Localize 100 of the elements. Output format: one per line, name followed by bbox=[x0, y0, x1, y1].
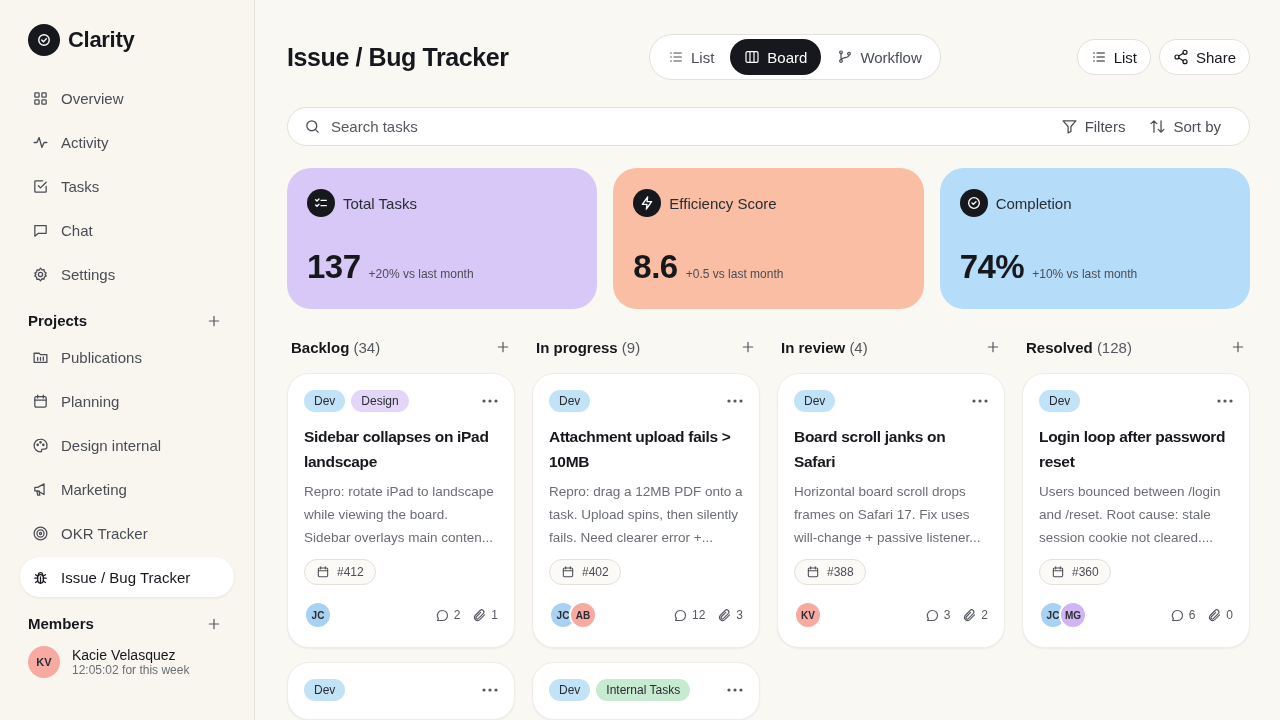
palette-icon bbox=[32, 436, 49, 454]
view-tab[interactable]: Board bbox=[730, 39, 822, 75]
attachment-count: 1 bbox=[472, 607, 498, 623]
nav-item[interactable]: Settings bbox=[20, 254, 234, 294]
tag: Design bbox=[351, 390, 409, 412]
search-icon bbox=[304, 118, 321, 135]
task-card[interactable]: Dev Design Sidebar collapses on iPad landscape Repro: rotate iPad to landscape while viewing the board. Sidebar overlays main conten... #412 JC 2 1 bbox=[287, 373, 515, 648]
stat-delta: +20% vs last month bbox=[368, 267, 474, 281]
plus-icon bbox=[1230, 339, 1246, 355]
card-title: Attachment upload fails > 10MB bbox=[549, 427, 732, 472]
list-button[interactable]: List bbox=[1076, 39, 1151, 75]
share-button[interactable]: Share bbox=[1158, 39, 1250, 75]
comment-count: 6 bbox=[1169, 607, 1196, 623]
target-icon bbox=[32, 524, 49, 542]
more-button[interactable] bbox=[727, 688, 743, 692]
stat-label: Efficiency Score bbox=[669, 194, 777, 212]
more-icon bbox=[727, 399, 743, 403]
project-item[interactable]: OKR Tracker bbox=[20, 513, 234, 553]
paperclip-icon bbox=[472, 607, 488, 623]
stat-value: 74% bbox=[959, 248, 1025, 286]
task-card[interactable]: Dev Login loop after password reset Users bounced between /login and /reset. Root cause: stale session cookie not cleared.... #360 JC MG 6 0 bbox=[1022, 373, 1250, 648]
member-name: Kacie Velasquez bbox=[72, 647, 177, 663]
app-name: Clarity bbox=[68, 27, 135, 53]
task-card[interactable]: Dev Attachment upload fails > 10MB Repro: drag a 12MB PDF onto a task. Upload spins, then silently fails. Need clearer error +... #402 JC AB 12 3 bbox=[532, 373, 760, 648]
search-bar[interactable]: Search tasks Filters Sort by bbox=[287, 107, 1250, 146]
project-item[interactable]: Design internal bbox=[20, 425, 234, 465]
view-tab[interactable]: List bbox=[654, 39, 729, 75]
column-title: In progress (9) bbox=[536, 338, 641, 356]
comment-icon bbox=[672, 607, 688, 623]
more-icon bbox=[482, 399, 498, 403]
more-button[interactable] bbox=[1217, 399, 1233, 403]
more-button[interactable] bbox=[482, 399, 498, 403]
branch-icon bbox=[837, 49, 854, 65]
stat-value: 137 bbox=[307, 248, 361, 286]
tag: Dev bbox=[794, 390, 836, 412]
calendar-icon bbox=[316, 565, 330, 579]
task-card[interactable]: Dev Internal Tasks bbox=[532, 662, 760, 720]
sort-button[interactable]: Sort by bbox=[1149, 118, 1221, 135]
plus-icon bbox=[985, 339, 1001, 355]
page-title: Issue / Bug Tracker bbox=[287, 42, 510, 72]
sort-icon bbox=[1149, 118, 1167, 135]
calendar-icon bbox=[1051, 565, 1065, 579]
filter-icon bbox=[1060, 118, 1078, 135]
filters-button[interactable]: Filters bbox=[1060, 118, 1126, 135]
comment-count: 3 bbox=[924, 607, 951, 623]
comment-count: 12 bbox=[672, 607, 706, 623]
more-button[interactable] bbox=[482, 688, 498, 692]
nav-item[interactable]: Tasks bbox=[20, 166, 234, 206]
calendar-icon bbox=[32, 392, 49, 410]
attachment-count: 0 bbox=[1207, 607, 1233, 623]
tag: Dev bbox=[1039, 390, 1081, 412]
add-card-button[interactable] bbox=[740, 339, 756, 355]
section-title: Projects bbox=[28, 312, 88, 329]
add-card-button[interactable] bbox=[495, 339, 511, 355]
project-item[interactable]: Planning bbox=[20, 381, 234, 421]
project-item[interactable]: Publications bbox=[20, 337, 234, 377]
view-tab[interactable]: Workflow bbox=[823, 39, 936, 75]
section-title: Members bbox=[28, 615, 94, 632]
card-title: Sidebar collapses on iPad landscape bbox=[304, 427, 490, 472]
tag: Dev bbox=[549, 390, 591, 412]
card-description: Horizontal board scroll drops frames on Safari 17. Fix uses will-change + passive listener... bbox=[794, 483, 982, 547]
nav-item[interactable]: Chat bbox=[20, 210, 234, 250]
stat-value: 8.6 bbox=[633, 248, 678, 286]
nav-item[interactable]: Overview bbox=[20, 78, 234, 118]
stat-label: Completion bbox=[995, 194, 1072, 212]
bolt-icon bbox=[633, 189, 662, 217]
attachment-count: 2 bbox=[962, 607, 988, 623]
nav-item[interactable]: Activity bbox=[20, 122, 234, 162]
grid-icon bbox=[32, 89, 49, 107]
column-title: Resolved (128) bbox=[1026, 338, 1132, 356]
search-field[interactable]: Search tasks bbox=[329, 117, 1037, 136]
comment-icon bbox=[434, 607, 450, 623]
paperclip-icon bbox=[1207, 607, 1223, 623]
stat-delta: +10% vs last month bbox=[1032, 267, 1138, 281]
check-icon bbox=[32, 177, 49, 195]
project-item[interactable]: Issue / Bug Tracker bbox=[20, 557, 234, 597]
more-icon bbox=[1217, 399, 1233, 403]
card-title: Login loop after password reset bbox=[1039, 427, 1227, 472]
add-card-button[interactable] bbox=[1230, 339, 1246, 355]
calendar-icon bbox=[806, 565, 820, 579]
listcheck-icon bbox=[307, 189, 335, 217]
more-button[interactable] bbox=[972, 399, 988, 403]
tag: Dev bbox=[304, 679, 346, 701]
avatar: JC bbox=[304, 601, 332, 629]
issue-id: #402 bbox=[549, 559, 621, 585]
card-description: Users bounced between /login and /reset. Root cause: stale session cookie not cleared.... bbox=[1039, 483, 1222, 547]
add-card-button[interactable] bbox=[985, 339, 1001, 355]
calendar-icon bbox=[561, 565, 575, 579]
issue-id: #388 bbox=[794, 559, 866, 585]
project-item[interactable]: Marketing bbox=[20, 469, 234, 509]
circlecheck-icon bbox=[959, 189, 988, 217]
task-card[interactable]: Dev Board scroll janks on Safari Horizontal board scroll drops frames on Safari 17. Fix uses will-change + passive listener... #388 KV 3 2 bbox=[777, 373, 1005, 648]
paperclip-icon bbox=[962, 607, 978, 623]
stat-delta: +0.5 vs last month bbox=[685, 267, 784, 281]
avatar: KV bbox=[794, 601, 822, 629]
task-card[interactable]: Dev bbox=[287, 662, 515, 720]
logo-icon bbox=[28, 24, 60, 56]
tag: Dev bbox=[304, 390, 346, 412]
more-icon bbox=[727, 688, 743, 692]
more-button[interactable] bbox=[727, 399, 743, 403]
